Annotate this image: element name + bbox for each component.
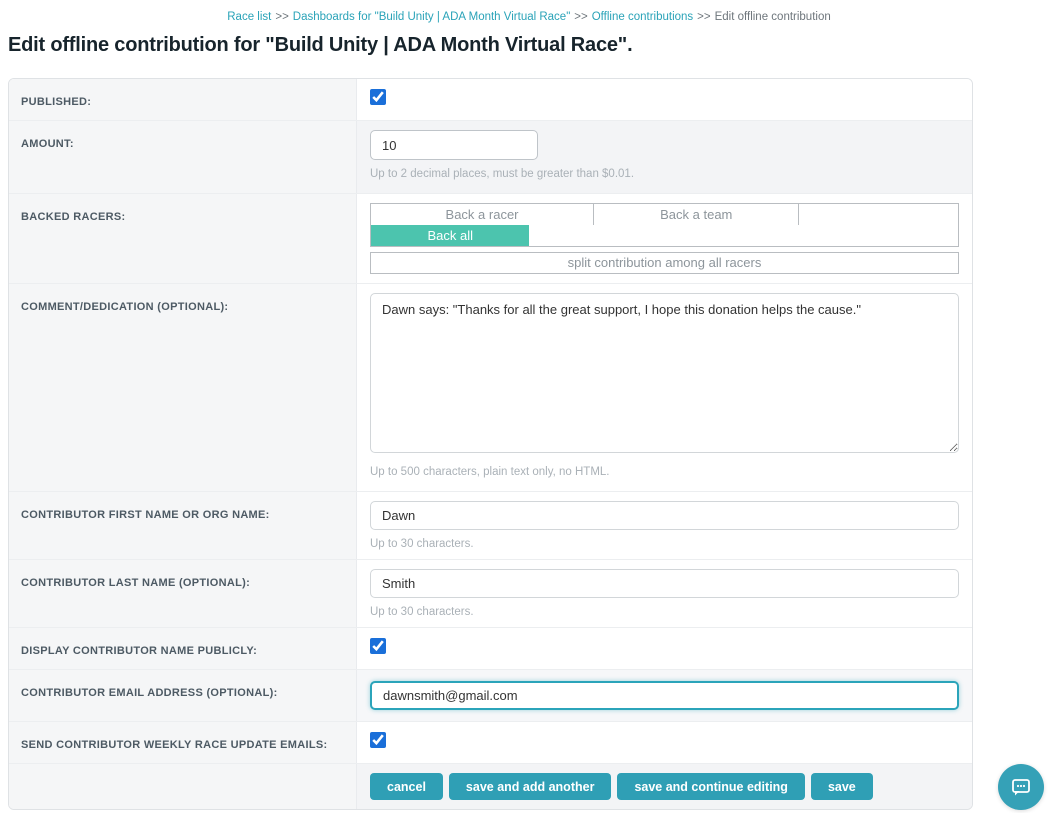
breadcrumb-current-page: Edit offline contribution (715, 11, 831, 23)
display-publicly-row: DISPLAY CONTRIBUTOR NAME PUBLICLY: (9, 628, 972, 670)
last-name-label: CONTRIBUTOR LAST NAME (OPTIONAL): (21, 577, 250, 589)
published-checkbox[interactable] (370, 89, 386, 105)
weekly-emails-row: SEND CONTRIBUTOR WEEKLY RACE UPDATE EMAI… (9, 722, 972, 764)
breadcrumb-race-list[interactable]: Race list (227, 11, 271, 23)
tab-back-all[interactable]: Back all (371, 225, 529, 246)
comment-field-cell: Dawn says: "Thanks for all the great sup… (357, 284, 972, 491)
email-label: CONTRIBUTOR EMAIL ADDRESS (OPTIONAL): (21, 687, 278, 699)
button-group: cancel save and add another save and con… (370, 773, 959, 800)
published-row: PUBLISHED: (9, 79, 972, 121)
backed-racers-tab-row: Back a racer Back a team (371, 204, 958, 225)
edit-contribution-form: PUBLISHED: AMOUNT: Up to 2 decimal place… (8, 78, 973, 810)
last-name-input[interactable] (370, 569, 959, 598)
first-name-input[interactable] (370, 501, 959, 530)
save-button[interactable]: save (811, 773, 873, 800)
amount-label: AMOUNT: (21, 138, 74, 150)
chat-widget-button[interactable] (998, 764, 1044, 810)
cancel-button[interactable]: cancel (370, 773, 443, 800)
breadcrumb: Race list>>Dashboards for "Build Unity |… (0, 0, 1058, 23)
amount-label-cell: AMOUNT: (9, 121, 357, 193)
first-name-field-cell: Up to 30 characters. (357, 492, 972, 559)
weekly-emails-checkbox[interactable] (370, 732, 386, 748)
backed-racers-row: BACKED RACERS: Back a racer Back a team … (9, 194, 972, 284)
first-name-help-text: Up to 30 characters. (370, 538, 959, 550)
last-name-field-cell: Up to 30 characters. (357, 560, 972, 627)
backed-racers-tabbar: Back a racer Back a team Back all (370, 203, 959, 247)
display-publicly-checkbox[interactable] (370, 638, 386, 654)
last-name-label-cell: CONTRIBUTOR LAST NAME (OPTIONAL): (9, 560, 357, 627)
breadcrumb-separator: >> (574, 11, 587, 23)
email-label-cell: CONTRIBUTOR EMAIL ADDRESS (OPTIONAL): (9, 670, 357, 721)
backed-racers-label-cell: BACKED RACERS: (9, 194, 357, 283)
email-input[interactable] (370, 681, 959, 710)
amount-row: AMOUNT: Up to 2 decimal places, must be … (9, 121, 972, 194)
published-label: PUBLISHED: (21, 96, 91, 108)
display-publicly-label-cell: DISPLAY CONTRIBUTOR NAME PUBLICLY: (9, 628, 357, 669)
backed-racers-field-cell: Back a racer Back a team Back all split … (357, 194, 972, 283)
comment-label: COMMENT/DEDICATION (OPTIONAL): (21, 301, 228, 313)
first-name-label: CONTRIBUTOR FIRST NAME OR ORG NAME: (21, 509, 270, 521)
comment-textarea[interactable]: Dawn says: "Thanks for all the great sup… (370, 293, 959, 453)
weekly-emails-field-cell (357, 722, 972, 763)
comment-row: COMMENT/DEDICATION (OPTIONAL): Dawn says… (9, 284, 972, 492)
form-footer-row: cancel save and add another save and con… (9, 764, 972, 809)
breadcrumb-offline-contributions[interactable]: Offline contributions (592, 11, 693, 23)
weekly-emails-label-cell: SEND CONTRIBUTOR WEEKLY RACE UPDATE EMAI… (9, 722, 357, 763)
tab-back-a-racer[interactable]: Back a racer (371, 204, 594, 225)
first-name-label-cell: CONTRIBUTOR FIRST NAME OR ORG NAME: (9, 492, 357, 559)
breadcrumb-separator: >> (275, 11, 288, 23)
last-name-row: CONTRIBUTOR LAST NAME (OPTIONAL): Up to … (9, 560, 972, 628)
published-field-cell (357, 79, 972, 120)
chat-bubble-icon (1010, 777, 1032, 797)
display-publicly-label: DISPLAY CONTRIBUTOR NAME PUBLICLY: (21, 645, 257, 657)
save-and-continue-editing-button[interactable]: save and continue editing (617, 773, 805, 800)
email-field-cell (357, 670, 972, 721)
backed-racers-label: BACKED RACERS: (21, 211, 125, 223)
footer-label-cell (9, 764, 357, 809)
first-name-row: CONTRIBUTOR FIRST NAME OR ORG NAME: Up t… (9, 492, 972, 560)
breadcrumb-dashboards[interactable]: Dashboards for "Build Unity | ADA Month … (293, 11, 571, 23)
comment-help-text: Up to 500 characters, plain text only, n… (370, 466, 959, 478)
amount-field-cell: Up to 2 decimal places, must be greater … (357, 121, 972, 193)
email-row: CONTRIBUTOR EMAIL ADDRESS (OPTIONAL): (9, 670, 972, 722)
breadcrumb-separator: >> (697, 11, 710, 23)
weekly-emails-label: SEND CONTRIBUTOR WEEKLY RACE UPDATE EMAI… (21, 739, 327, 751)
display-publicly-field-cell (357, 628, 972, 669)
amount-input[interactable] (370, 130, 538, 160)
footer-field-cell: cancel save and add another save and con… (357, 764, 972, 809)
published-label-cell: PUBLISHED: (9, 79, 357, 120)
split-contribution-button[interactable]: split contribution among all racers (370, 252, 959, 274)
save-and-add-another-button[interactable]: save and add another (449, 773, 612, 800)
page-title: Edit offline contribution for "Build Uni… (8, 34, 1058, 57)
tab-back-a-team[interactable]: Back a team (594, 204, 799, 225)
amount-help-text: Up to 2 decimal places, must be greater … (370, 168, 959, 180)
last-name-help-text: Up to 30 characters. (370, 606, 959, 618)
comment-label-cell: COMMENT/DEDICATION (OPTIONAL): (9, 284, 357, 491)
